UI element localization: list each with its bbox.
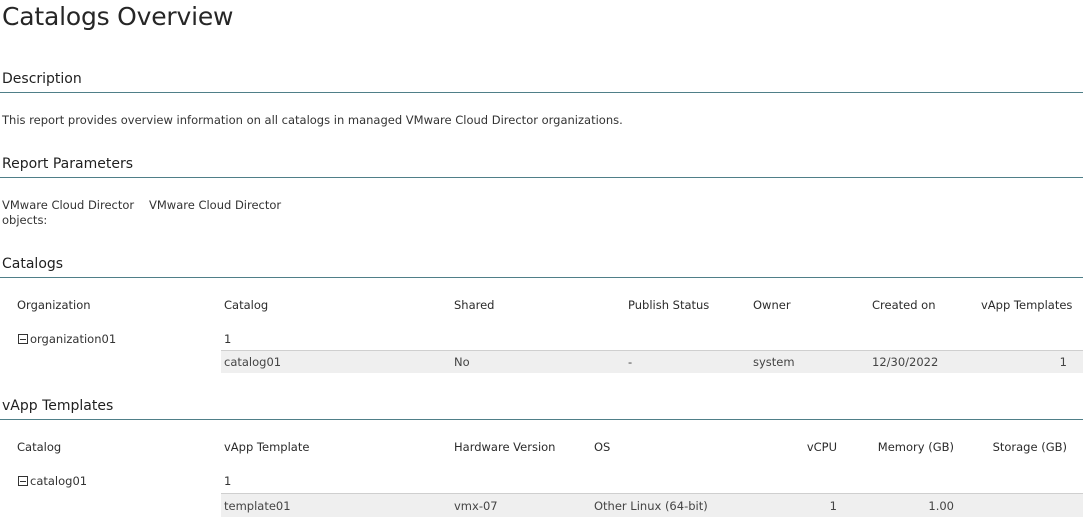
description-text: This report provides overview informatio… [2, 113, 623, 127]
column-header-storage: Storage (GB) [992, 440, 1067, 454]
column-header-vcpu: vCPU [806, 440, 837, 454]
column-header-os: OS [594, 440, 611, 454]
cell-memory: 1.00 [928, 499, 954, 513]
column-header-publish-status: Publish Status [628, 298, 710, 312]
column-header-vapp-templates: vApp Templates [981, 298, 1073, 312]
cell-owner: system [753, 355, 795, 369]
vapp-templates-heading: vApp Templates [2, 398, 114, 414]
column-header-organization: Organization [17, 298, 91, 312]
parameter-label-line1: VMware Cloud Director [2, 198, 135, 212]
group-organization-name: organization01 [30, 332, 117, 346]
page-title: Catalogs Overview [2, 2, 234, 31]
cell-catalog: catalog01 [224, 355, 282, 369]
cell-os: Other Linux (64-bit) [594, 499, 708, 513]
table-row [221, 350, 1083, 373]
column-header-catalog: Catalog [17, 440, 62, 454]
divider [0, 92, 1083, 93]
parameter-label-line2: objects: [2, 213, 48, 227]
cell-hardware-version: vmx-07 [454, 499, 498, 513]
cell-vapp-template: template01 [224, 499, 291, 513]
column-header-shared: Shared [454, 298, 495, 312]
group-catalog-name: catalog01 [30, 474, 88, 488]
description-heading: Description [2, 71, 82, 87]
column-header-hardware-version: Hardware Version [454, 440, 556, 454]
cell-created-on: 12/30/2022 [872, 355, 939, 369]
collapse-icon[interactable] [18, 476, 28, 486]
cell-publish-status: - [628, 355, 633, 369]
collapse-icon[interactable] [18, 334, 28, 344]
divider [0, 277, 1083, 278]
group-catalog-count: 1 [224, 332, 232, 346]
parameter-label: VMware Cloud Director objects: [2, 198, 134, 227]
group-template-count: 1 [224, 474, 232, 488]
parameter-value: VMware Cloud Director [149, 198, 282, 212]
column-header-vapp-template: vApp Template [224, 440, 310, 454]
column-header-owner: Owner [753, 298, 791, 312]
cell-vapp-templates: 1 [1059, 355, 1067, 369]
column-header-catalog: Catalog [224, 298, 269, 312]
divider [0, 419, 1083, 420]
report-parameters-heading: Report Parameters [2, 156, 133, 172]
catalogs-heading: Catalogs [2, 256, 64, 272]
divider [0, 177, 1083, 178]
column-header-memory: Memory (GB) [877, 440, 954, 454]
column-header-created-on: Created on [872, 298, 936, 312]
cell-shared: No [454, 355, 470, 369]
cell-vcpu: 1 [829, 499, 837, 513]
